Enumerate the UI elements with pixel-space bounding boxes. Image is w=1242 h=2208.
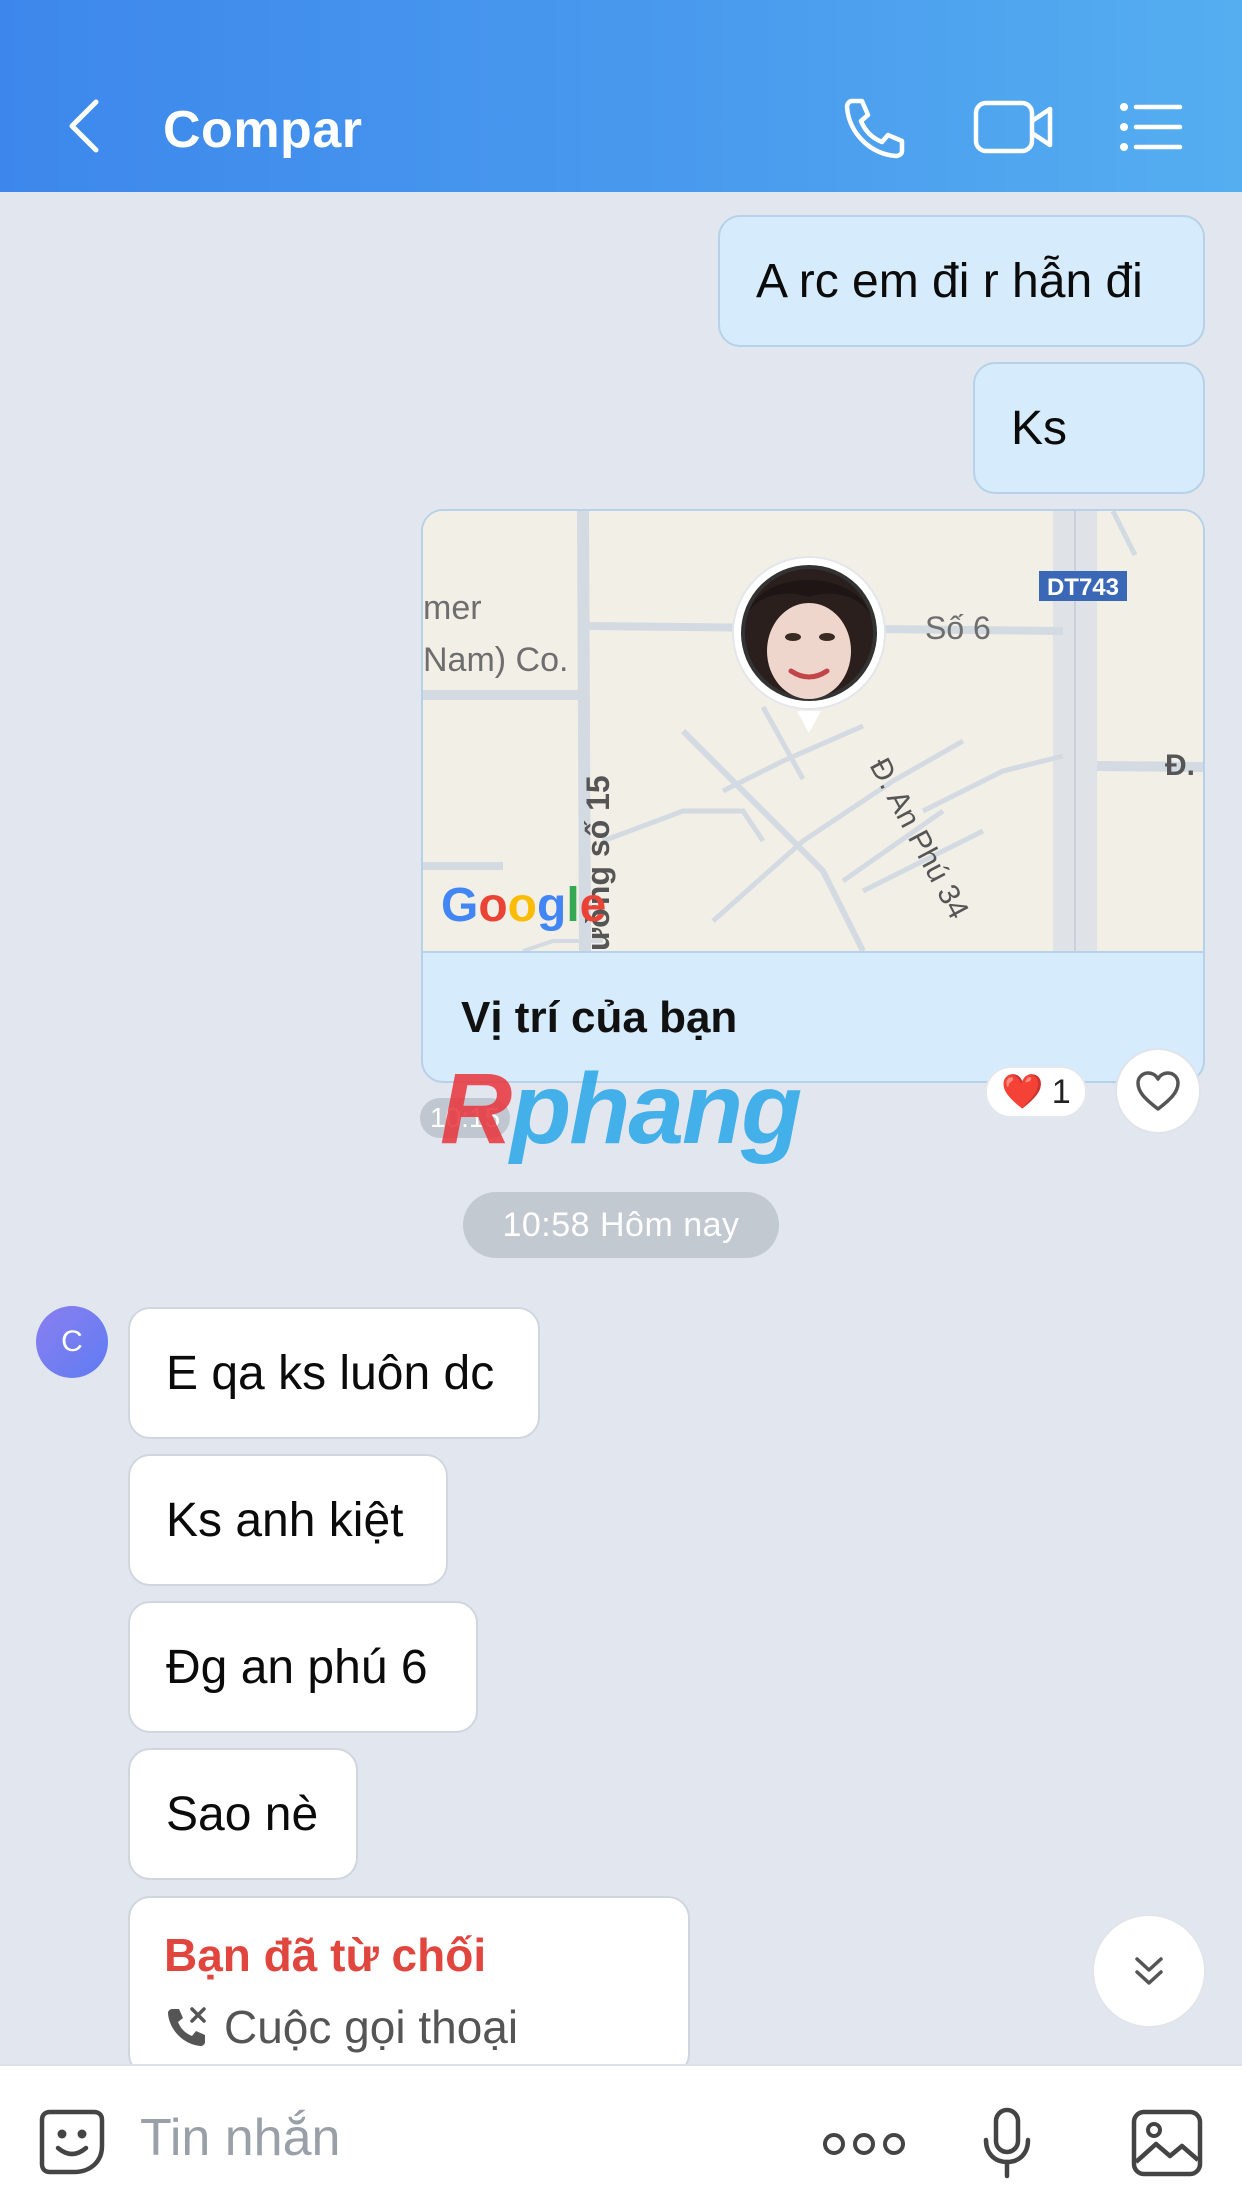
outgoing-message[interactable]: Ks bbox=[973, 362, 1205, 494]
call-status: Bạn đã từ chối bbox=[164, 1929, 487, 1981]
watermark-logo: Rphang bbox=[440, 1053, 802, 1165]
call-message-card[interactable]: Bạn đã từ chối Cuộc gọi thoại bbox=[128, 1896, 690, 2076]
more-dots-icon bbox=[823, 2133, 905, 2155]
phone-icon bbox=[844, 98, 905, 159]
double-chevron-down-icon bbox=[1135, 1957, 1163, 1985]
sticker-icon bbox=[39, 2109, 105, 2175]
chat-title[interactable]: Compar bbox=[163, 100, 362, 160]
chat-header: Compar bbox=[0, 0, 1242, 192]
message-text: Đg an phú 6 bbox=[166, 1640, 428, 1694]
reaction-count: 1 bbox=[1051, 1072, 1071, 1111]
chevron-left-icon bbox=[69, 99, 99, 153]
location-message-card[interactable]: mer Nam) Co. DT743 Số 6 Đ. ường số 15 Đ.… bbox=[421, 509, 1205, 1083]
call-type: Cuộc gọi thoại bbox=[224, 2001, 519, 2053]
voice-call-button[interactable] bbox=[838, 95, 908, 159]
voice-message-button[interactable] bbox=[982, 2106, 1032, 2182]
microphone-icon bbox=[983, 2107, 1031, 2179]
image-icon bbox=[1131, 2109, 1203, 2177]
message-text: Sao nè bbox=[166, 1787, 319, 1841]
missed-call-icon bbox=[168, 2007, 206, 2046]
incoming-message[interactable]: Sao nè bbox=[128, 1748, 358, 1880]
map-label: Số 6 bbox=[925, 610, 991, 646]
message-text: Ks bbox=[1011, 401, 1068, 455]
message-text: E qa ks luôn dc bbox=[166, 1346, 495, 1400]
message-text: A rc em đi r hẫn đi bbox=[756, 254, 1143, 308]
message-input[interactable] bbox=[140, 2102, 740, 2174]
video-icon bbox=[973, 100, 1053, 154]
map-label: Nam) Co. bbox=[423, 641, 568, 679]
incoming-message[interactable]: Ks anh kiệt bbox=[128, 1454, 448, 1586]
heart-reaction-icon: ❤️ bbox=[1001, 1073, 1044, 1111]
back-button[interactable] bbox=[60, 96, 110, 156]
list-menu-icon bbox=[1120, 103, 1183, 151]
map-preview[interactable]: mer Nam) Co. DT743 Số 6 Đ. ường số 15 Đ.… bbox=[423, 511, 1203, 951]
incoming-message[interactable]: Đg an phú 6 bbox=[128, 1601, 478, 1733]
message-input-bar bbox=[0, 2064, 1242, 2208]
avatar[interactable]: C bbox=[36, 1306, 108, 1378]
options-menu-button[interactable] bbox=[1118, 95, 1184, 159]
google-logo: Google bbox=[441, 879, 606, 932]
map-label: mer bbox=[423, 589, 482, 627]
reaction-badge[interactable]: ❤️ 1 bbox=[985, 1066, 1087, 1118]
more-options-button[interactable] bbox=[822, 2126, 906, 2162]
image-picker-button[interactable] bbox=[1130, 2108, 1204, 2178]
scroll-to-bottom-button[interactable] bbox=[1092, 1914, 1206, 2028]
sticker-button[interactable] bbox=[36, 2106, 108, 2178]
video-call-button[interactable] bbox=[972, 95, 1056, 159]
react-button[interactable] bbox=[1115, 1048, 1201, 1134]
incoming-message[interactable]: E qa ks luôn dc bbox=[128, 1307, 540, 1439]
message-text: Ks anh kiệt bbox=[166, 1493, 404, 1547]
date-separator: 10:58 Hôm nay bbox=[463, 1192, 779, 1258]
map-label: Đ. bbox=[1165, 749, 1195, 782]
outgoing-message[interactable]: A rc em đi r hẫn đi bbox=[718, 215, 1205, 347]
heart-icon bbox=[1136, 1071, 1180, 1111]
road-badge: DT743 bbox=[1047, 574, 1119, 601]
